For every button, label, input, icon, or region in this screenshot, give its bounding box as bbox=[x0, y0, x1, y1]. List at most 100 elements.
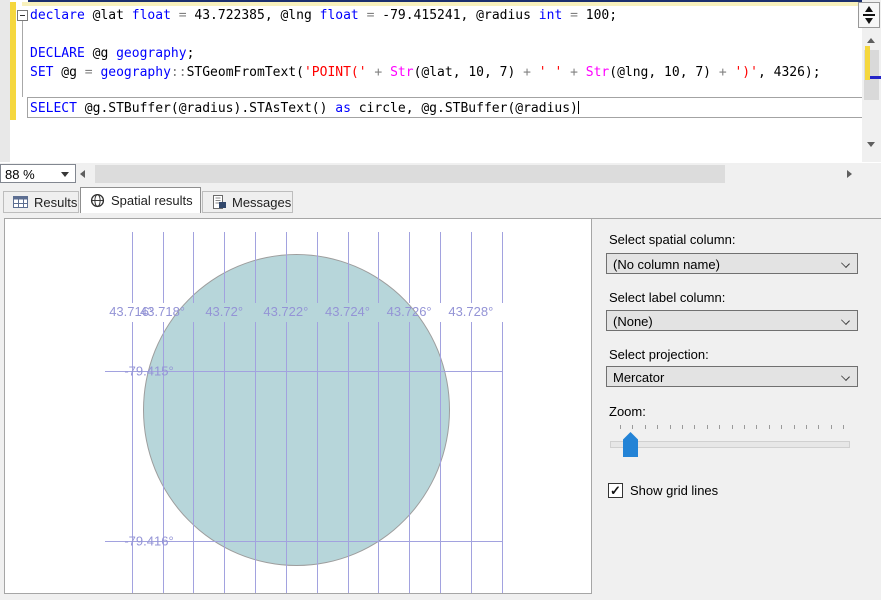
tab-messages[interactable]: Messages bbox=[202, 191, 293, 213]
grid-line-vertical bbox=[224, 232, 226, 303]
code-token: geography bbox=[100, 65, 171, 80]
grid-line-vertical bbox=[378, 232, 380, 303]
x-axis-label: 43.724° bbox=[325, 304, 370, 319]
grid-line-vertical bbox=[440, 232, 441, 303]
tab-spatial-results-label: Spatial results bbox=[111, 193, 193, 208]
code-token: float bbox=[319, 8, 359, 23]
grid-line-vertical bbox=[409, 232, 411, 303]
slider-tick bbox=[756, 425, 758, 429]
slider-tick bbox=[793, 425, 795, 429]
grid-line-vertical bbox=[285, 322, 287, 593]
code-token: @g bbox=[53, 65, 85, 80]
slider-tick bbox=[830, 425, 832, 429]
code-token: ' ' bbox=[538, 65, 563, 80]
slider-tick bbox=[806, 425, 807, 429]
code-token: = bbox=[570, 8, 578, 23]
grid-line-vertical bbox=[378, 322, 380, 593]
code-token: + bbox=[570, 65, 578, 80]
grid-line-vertical bbox=[501, 232, 503, 303]
horizontal-scrollbar-thumb[interactable] bbox=[95, 165, 725, 183]
messages-icon bbox=[213, 195, 226, 209]
scroll-right-arrow-icon[interactable] bbox=[847, 170, 852, 178]
minus-glyph bbox=[20, 15, 25, 16]
code-token: -79.415241, @radius bbox=[374, 8, 539, 23]
tab-messages-label: Messages bbox=[232, 194, 292, 210]
scroll-down-arrow-icon[interactable] bbox=[867, 142, 875, 147]
show-grid-lines-checkbox[interactable] bbox=[608, 483, 623, 498]
changed-lines-marker bbox=[10, 2, 16, 120]
slider-tick bbox=[731, 425, 733, 429]
zoom-slider-thumb[interactable] bbox=[623, 432, 638, 457]
globe-icon bbox=[90, 193, 105, 208]
results-pane: Results Spatial results Messages -79.415… bbox=[0, 186, 881, 600]
code-line[interactable]: declare @lat float = 43.722385, @lng flo… bbox=[30, 8, 617, 23]
grid-line-vertical bbox=[316, 232, 318, 303]
projection-label: Select projection: bbox=[609, 347, 709, 362]
slider-tick bbox=[620, 425, 621, 429]
sql-code-editor[interactable]: declare @lat float = 43.722385, @lng flo… bbox=[0, 0, 881, 162]
editor-zoom-dropdown[interactable]: 88 % bbox=[0, 164, 76, 183]
projection-dropdown[interactable]: Mercator bbox=[606, 366, 858, 387]
scroll-up-arrow-icon[interactable] bbox=[867, 38, 875, 43]
spatial-column-label: Select spatial column: bbox=[609, 232, 736, 247]
tab-results[interactable]: Results bbox=[3, 191, 79, 213]
grid-line-vertical bbox=[347, 232, 349, 303]
code-token: @g bbox=[84, 46, 117, 61]
tab-results-label: Results bbox=[34, 194, 78, 210]
grid-line-vertical bbox=[255, 322, 257, 593]
code-line[interactable]: SELECT @g.STBuffer(@radius).STAsText() a… bbox=[30, 101, 579, 116]
spatial-map-viewport[interactable]: -79.415° -79.416° 43.716° 43.718° 43.72° 43.7… bbox=[4, 218, 592, 594]
code-line[interactable]: DECLARE @g geography; bbox=[30, 46, 194, 61]
grid-line-vertical bbox=[316, 322, 318, 593]
code-token: :: bbox=[170, 65, 187, 80]
code-token: + bbox=[523, 65, 531, 80]
chevron-down-icon bbox=[841, 316, 850, 325]
grid-line-vertical bbox=[193, 232, 195, 303]
editor-zoom-value: 88 % bbox=[5, 167, 35, 182]
spatial-column-dropdown[interactable]: (No column name) bbox=[606, 253, 858, 274]
grid-line-vertical bbox=[470, 322, 472, 593]
code-token: geography bbox=[116, 46, 187, 61]
label-column-label: Select label column: bbox=[609, 290, 726, 305]
code-token: DECLARE bbox=[30, 46, 85, 61]
code-collapse-icon[interactable] bbox=[17, 10, 28, 21]
spatial-options-panel: Select spatial column: (No column name) … bbox=[592, 218, 881, 600]
code-token: ; bbox=[186, 46, 195, 61]
x-axis-label: 43.722° bbox=[263, 304, 309, 319]
grid-line-vertical bbox=[131, 232, 133, 303]
code-line[interactable]: SET @g = geography::STGeomFromText('POIN… bbox=[30, 65, 821, 80]
code-token: SELECT bbox=[30, 101, 77, 116]
tab-spatial-results[interactable]: Spatial results bbox=[80, 187, 201, 213]
editor-bottom-bar: 88 % bbox=[0, 163, 881, 186]
slider-tick bbox=[744, 425, 745, 429]
outline-guide-line bbox=[22, 21, 23, 97]
grid-line-vertical bbox=[255, 232, 257, 303]
scrollbar-caret-marker bbox=[870, 76, 881, 79]
grid-line-vertical bbox=[347, 322, 349, 593]
chevron-down-icon bbox=[841, 372, 850, 381]
spatial-column-value: (No column name) bbox=[613, 257, 720, 272]
scroll-left-arrow-icon[interactable] bbox=[80, 170, 85, 178]
code-token: 43.722385, @lng bbox=[186, 8, 320, 23]
zoom-slider-track[interactable] bbox=[610, 441, 850, 448]
code-token: + bbox=[718, 65, 727, 80]
code-token: = bbox=[84, 65, 93, 80]
code-token: 'POINT(' bbox=[303, 65, 367, 80]
slider-tick bbox=[706, 425, 708, 429]
code-token: (@lat, 10, 7) bbox=[413, 65, 524, 80]
code-token: STGeomFromText( bbox=[186, 65, 304, 80]
slider-tick bbox=[781, 425, 783, 429]
code-token: , 4326); bbox=[757, 65, 821, 80]
code-token: Str bbox=[390, 65, 414, 80]
editor-splitter-button[interactable] bbox=[858, 2, 880, 28]
grid-line-vertical bbox=[285, 232, 287, 303]
grid-line-vertical bbox=[162, 232, 164, 303]
show-grid-lines-label[interactable]: Show grid lines bbox=[630, 483, 718, 498]
code-token: int bbox=[538, 8, 563, 23]
grid-line-vertical bbox=[224, 322, 226, 593]
label-column-dropdown[interactable]: (None) bbox=[606, 310, 858, 331]
